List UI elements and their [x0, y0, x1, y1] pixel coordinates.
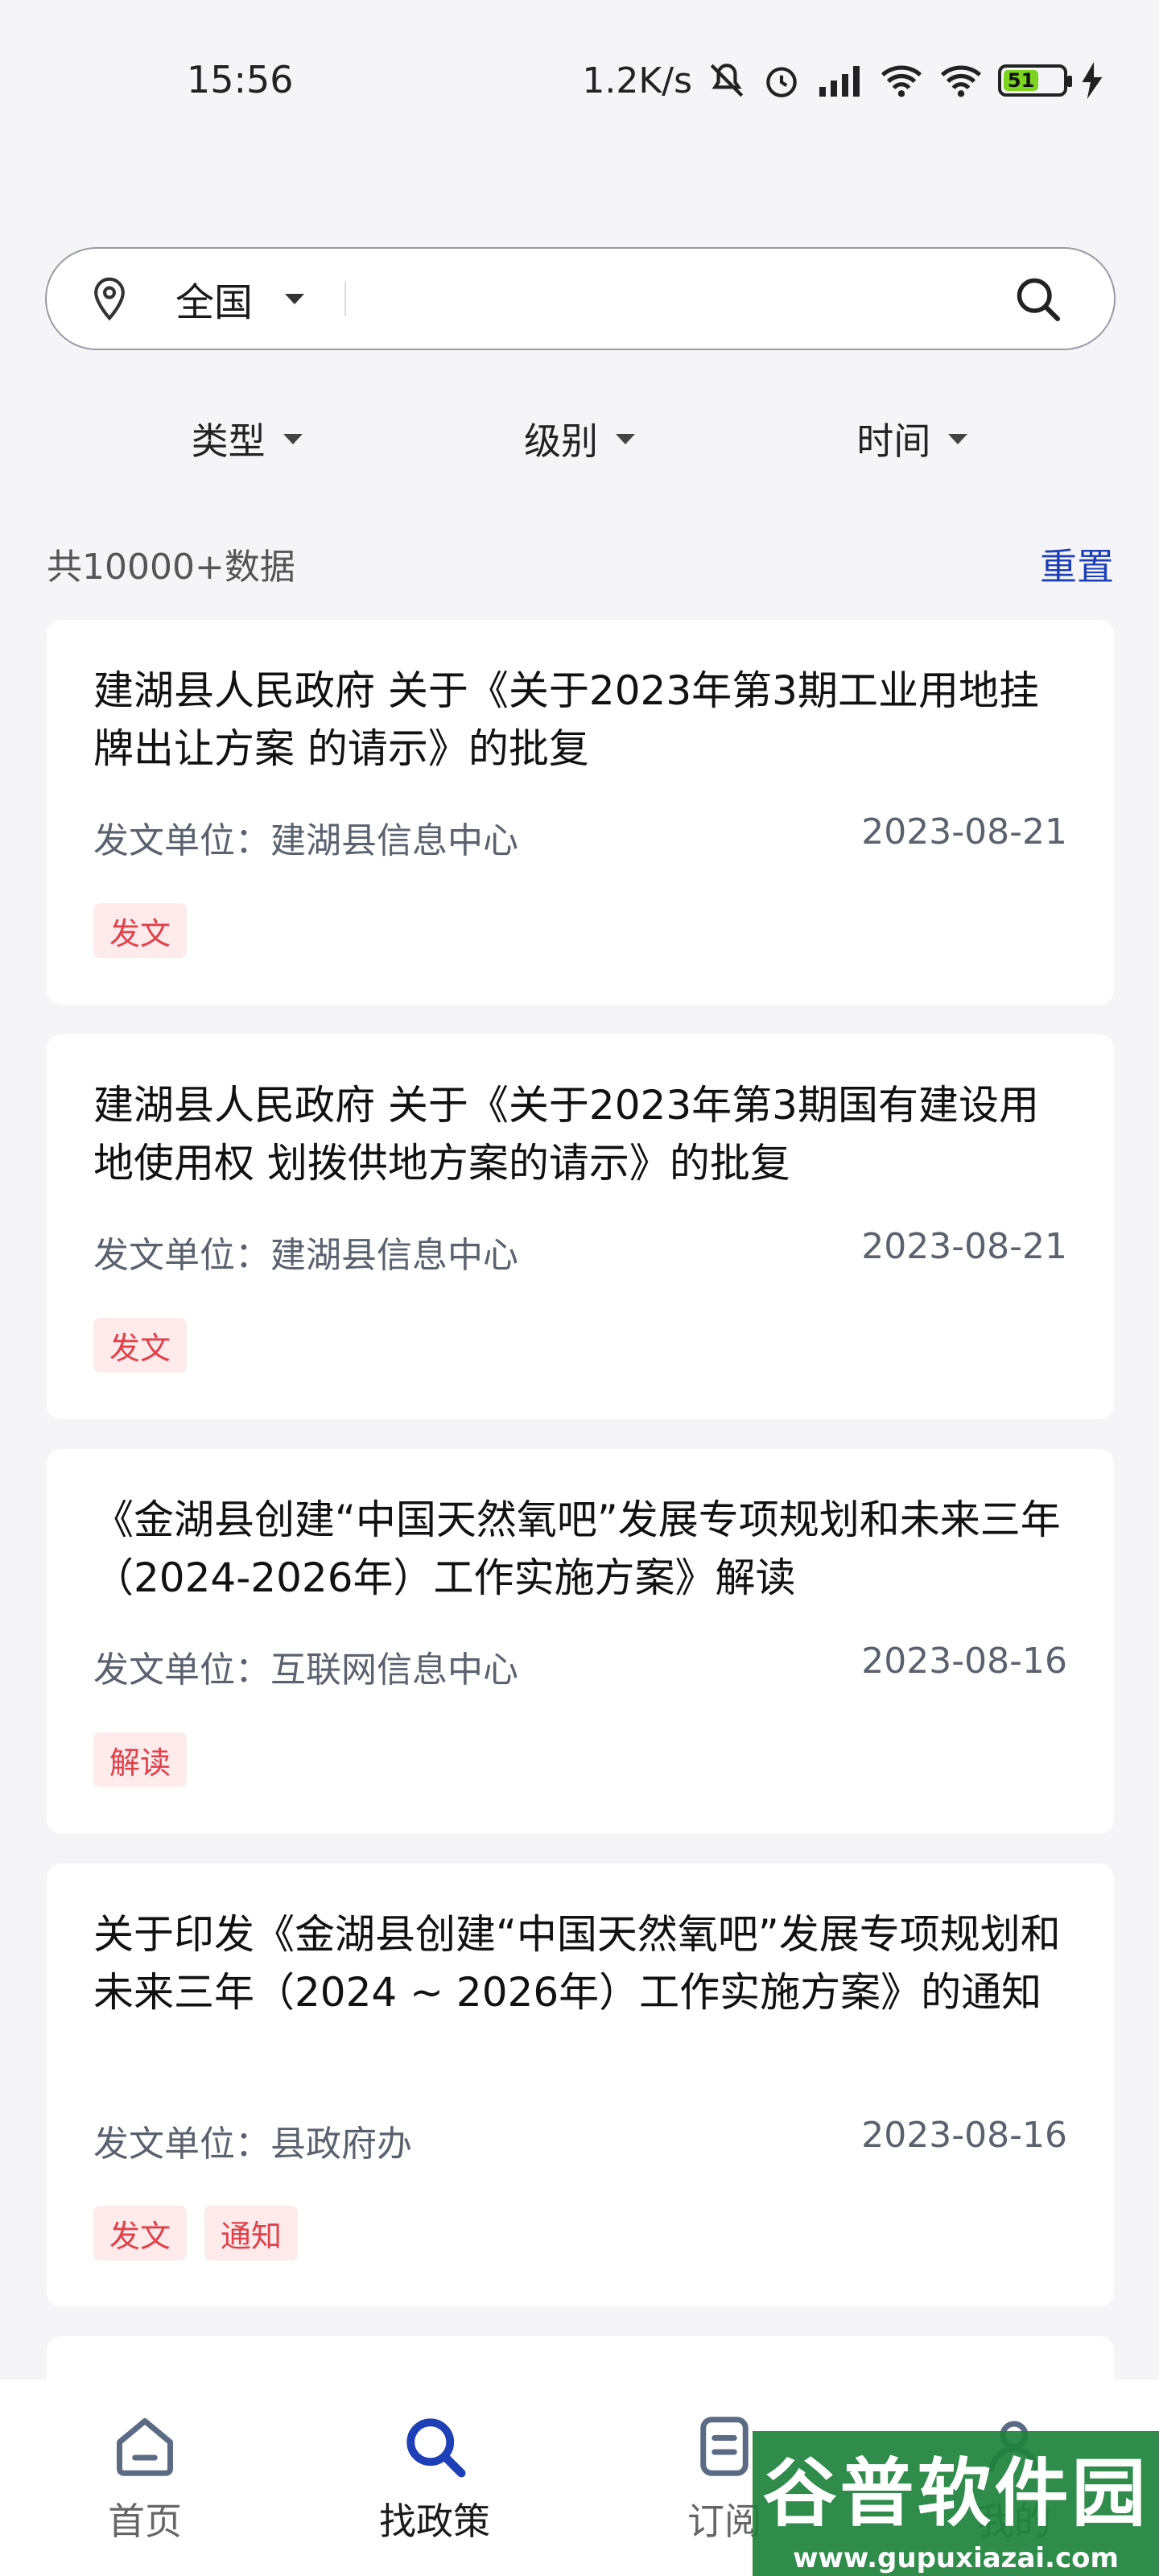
policy-card[interactable]: 建湖县人民政府 关于《关于2023年第3期工业用地挂牌出让方案 的请示》的批复 …	[47, 620, 1114, 1005]
filter-row: 类型 级别 时间	[0, 398, 1159, 479]
search-bar: 全国	[45, 247, 1116, 350]
wifi-icon-2	[938, 60, 984, 101]
policy-meta: 发文单位：互联网信息中心 2023-08-16	[93, 1641, 1067, 1692]
tag: 发文	[93, 2206, 188, 2260]
tag: 通知	[204, 2206, 299, 2260]
policy-title: 建湖县人民政府 关于《关于2023年第3期国有建设用地使用权 划拨供地方案的请示…	[93, 1082, 1039, 1187]
battery-icon: 51	[998, 64, 1072, 97]
tag-list: 发文	[93, 1318, 188, 1373]
location-pin-icon[interactable]	[89, 275, 130, 323]
filter-type[interactable]: 类型	[192, 412, 303, 465]
nav-label: 首页	[108, 2500, 182, 2543]
tag: 发文	[93, 903, 188, 958]
policy-card[interactable]: 《金湖县创建“中国天然氧吧”发展专项规划和未来三年（2024-2026年）工作实…	[47, 1449, 1114, 1834]
wifi-icon	[879, 60, 924, 101]
battery-level: 51	[1004, 69, 1039, 92]
reset-button[interactable]: 重置	[1040, 538, 1114, 591]
filter-level[interactable]: 级别	[524, 412, 635, 465]
region-selector[interactable]: 全国	[175, 270, 253, 327]
nav-label: 找政策	[379, 2500, 490, 2543]
watermark: 谷普软件园 www.gupuxiazai.com	[753, 2431, 1159, 2576]
chevron-down-icon	[283, 433, 303, 444]
status-time: 15:56	[187, 58, 294, 101]
policy-issuer: 发文单位：互联网信息中心	[93, 1649, 518, 1690]
filter-label: 类型	[191, 419, 266, 463]
policy-title: 关于印发《金湖县创建“中国天然氧吧”发展专项规划和未来三年（2024 ~ 202…	[93, 1911, 1061, 2016]
filter-time[interactable]: 时间	[856, 412, 968, 465]
chevron-down-icon	[615, 433, 635, 444]
charging-icon	[1082, 62, 1103, 99]
policy-issuer: 发文单位：建湖县信息中心	[93, 820, 518, 861]
policy-issuer: 发文单位：建湖县信息中心	[93, 1235, 518, 1276]
policy-title: 建湖县人民政府 关于《关于2023年第3期工业用地挂牌出让方案 的请示》的批复	[93, 667, 1039, 772]
search-icon	[398, 2410, 471, 2483]
result-count: 共10000+数据	[47, 547, 295, 588]
network-speed: 1.2K/s	[582, 60, 692, 101]
alarm-icon	[761, 60, 802, 101]
search-input[interactable]	[346, 249, 1009, 349]
tag: 解读	[93, 1732, 188, 1787]
policy-date: 2023-08-21	[861, 811, 1067, 852]
policy-date: 2023-08-16	[861, 2115, 1067, 2156]
tag: 发文	[93, 1318, 188, 1373]
policy-title: 《金湖县创建“中国天然氧吧”发展专项规划和未来三年（2024-2026年）工作实…	[93, 1496, 1061, 1601]
nav-find-policy[interactable]: 找政策	[314, 2380, 555, 2576]
watermark-url: www.gupuxiazai.com	[793, 2541, 1119, 2574]
status-icons: 1.2K/s 51	[582, 56, 1103, 105]
nav-home[interactable]: 首页	[24, 2380, 266, 2576]
policy-meta: 发文单位：建湖县信息中心 2023-08-21	[93, 1226, 1067, 1278]
tag-list: 发文 通知	[93, 2206, 299, 2260]
home-icon	[109, 2410, 181, 2483]
hd-signal-icon	[816, 60, 864, 101]
status-bar: 15:56 1.2K/s 51	[0, 0, 1159, 161]
policy-issuer: 发文单位：县政府办	[93, 2124, 412, 2165]
mute-icon	[707, 60, 747, 101]
policy-meta: 发文单位：建湖县信息中心 2023-08-21	[93, 811, 1067, 863]
filter-label: 级别	[523, 419, 598, 463]
nav-label: 订阅	[687, 2500, 761, 2543]
document-icon	[688, 2410, 761, 2483]
tag-list: 发文	[93, 903, 188, 958]
policy-card[interactable]: 关于印发《金湖县创建“中国天然氧吧”发展专项规划和未来三年（2024 ~ 202…	[47, 1864, 1114, 2306]
policy-date: 2023-08-16	[861, 1641, 1067, 1682]
search-icon[interactable]	[1009, 270, 1066, 327]
policy-date: 2023-08-21	[861, 1226, 1067, 1267]
tag-list: 解读	[93, 1732, 188, 1787]
watermark-title: 谷普软件园	[762, 2450, 1149, 2537]
chevron-down-icon	[948, 433, 968, 444]
policy-meta: 发文单位：县政府办 2023-08-16	[93, 2115, 1067, 2166]
policy-card[interactable]: 建湖县人民政府 关于《关于2023年第3期国有建设用地使用权 划拨供地方案的请示…	[47, 1034, 1114, 1419]
filter-label: 时间	[856, 419, 931, 463]
chevron-down-icon[interactable]	[285, 293, 305, 304]
